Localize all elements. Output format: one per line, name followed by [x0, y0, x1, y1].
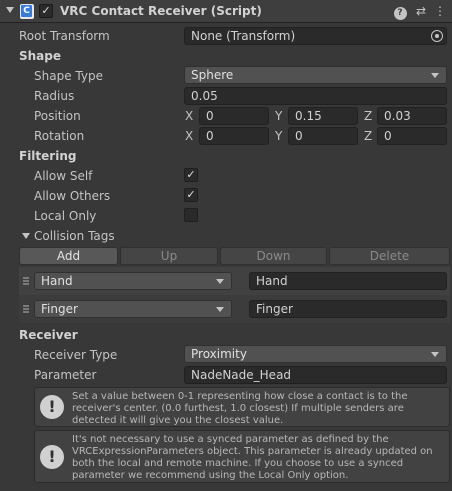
collision-tags-foldout-icon[interactable] [22, 233, 30, 239]
drag-handle-icon[interactable] [23, 277, 29, 285]
allow-self-checkbox[interactable]: ✓ [184, 168, 198, 182]
chevron-down-icon [216, 307, 224, 312]
local-only-checkbox[interactable] [184, 208, 198, 222]
allow-others-checkbox[interactable]: ✓ [184, 188, 198, 202]
position-label: Position [34, 109, 81, 123]
allow-self-label: Allow Self [34, 169, 93, 183]
kebab-menu-icon: ⋮ [434, 4, 446, 18]
move-up-button[interactable]: Up [120, 247, 218, 265]
rotation-z-input[interactable]: 0 [377, 127, 447, 145]
helpbox-text: Set a value between 0-1 representing how… [72, 391, 408, 426]
position-z-input[interactable]: 0.03 [377, 107, 447, 125]
position-z-label: Z [364, 109, 373, 123]
info-helpbox: ! Set a value between 0-1 representing h… [34, 387, 450, 427]
chevron-down-icon [216, 279, 224, 284]
filtering-section-label: Filtering [19, 149, 77, 163]
receiver-type-label: Receiver Type [34, 348, 118, 362]
drag-handle-icon[interactable] [23, 305, 29, 313]
local-only-label: Local Only [34, 209, 97, 223]
rotation-y-label: Y [275, 129, 283, 143]
component-header[interactable]: ✓ VRC Contact Receiver (Script) ? ⇄ ⋮ [0, 0, 452, 23]
component-enabled-checkbox[interactable]: ✓ [39, 4, 53, 18]
tag-type-value: Finger [41, 302, 78, 316]
parameter-label: Parameter [34, 368, 97, 382]
tag-type-dropdown[interactable]: Finger [34, 300, 232, 318]
rotation-x-label: X [185, 129, 194, 143]
receiver-type-value: Proximity [191, 347, 247, 361]
foldout-arrow-icon[interactable] [6, 7, 14, 13]
tag-type-dropdown[interactable]: Hand [34, 272, 232, 290]
presets-icon: ⇄ [415, 4, 427, 18]
warning-icon: ! [40, 445, 64, 469]
presets-button[interactable]: ⇄ [413, 3, 429, 19]
object-picker-icon[interactable] [431, 30, 443, 42]
rotation-y-input[interactable]: 0 [288, 127, 358, 145]
tag-value-input[interactable]: Hand [249, 272, 447, 290]
shape-section-label: Shape [19, 49, 62, 63]
shape-type-label: Shape Type [34, 69, 103, 83]
rotation-z-label: Z [364, 129, 373, 143]
root-transform-label: Root Transform [19, 29, 110, 43]
root-transform-value: None (Transform) [191, 29, 296, 43]
tag-value-input[interactable]: Finger [249, 300, 447, 318]
position-y-label: Y [275, 109, 283, 123]
help-button[interactable]: ? [392, 3, 408, 20]
help-icon: ? [393, 7, 407, 20]
radius-input[interactable]: 0.05 [184, 87, 447, 105]
tag-type-value: Hand [41, 274, 73, 288]
add-tag-button[interactable]: Add [19, 247, 118, 265]
position-y-input[interactable]: 0.15 [288, 107, 358, 125]
rotation-label: Rotation [34, 129, 85, 143]
info-helpbox: ! It's not necessary to use a synced par… [34, 430, 450, 483]
helpbox-text: It's not necessary to use a synced param… [72, 434, 433, 481]
radius-label: Radius [34, 89, 75, 103]
context-menu-button[interactable]: ⋮ [432, 3, 448, 19]
receiver-section-label: Receiver [19, 328, 78, 342]
shape-type-value: Sphere [191, 68, 234, 82]
root-transform-field[interactable]: None (Transform) [184, 27, 447, 45]
chevron-down-icon [431, 73, 439, 78]
collision-tags-label[interactable]: Collision Tags [34, 229, 115, 243]
shape-type-dropdown[interactable]: Sphere [184, 66, 447, 84]
chevron-down-icon [431, 352, 439, 357]
script-icon [20, 4, 34, 19]
allow-others-label: Allow Others [34, 189, 111, 203]
parameter-input[interactable]: NadeNade_Head [184, 366, 447, 384]
move-down-button[interactable]: Down [220, 247, 327, 265]
component-title: VRC Contact Receiver (Script) [60, 4, 262, 18]
position-x-input[interactable]: 0 [199, 107, 269, 125]
position-x-label: X [185, 109, 194, 123]
rotation-x-input[interactable]: 0 [199, 127, 269, 145]
receiver-type-dropdown[interactable]: Proximity [184, 345, 447, 363]
delete-tag-button[interactable]: Delete [329, 247, 450, 265]
warning-icon: ! [40, 395, 64, 419]
